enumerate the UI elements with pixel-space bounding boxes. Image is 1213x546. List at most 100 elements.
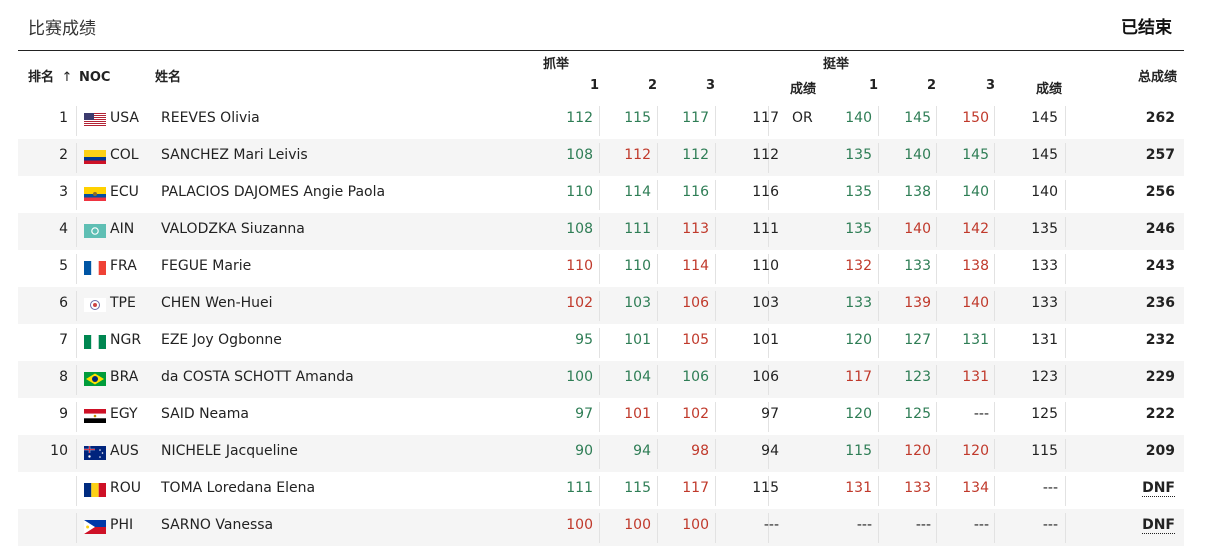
snatch-attempt-2-cell: 111 xyxy=(624,221,651,237)
column-divider xyxy=(76,328,77,358)
total-cell: 256 xyxy=(1098,176,1175,213)
noc-code: AIN xyxy=(110,221,135,237)
ngr-flag-icon xyxy=(84,335,106,349)
table-row[interactable]: 4 AIN VALODZKA Siuzanna 108 111 113 111 135 140 1… xyxy=(18,213,1184,250)
snatch-attempt-3-cell: 114 xyxy=(682,258,709,274)
cj-attempt-3-cell: 145 xyxy=(962,147,989,163)
athlete-name-link[interactable]: da COSTA SCHOTT Amanda xyxy=(161,361,354,398)
total-value: 236 xyxy=(1145,295,1175,311)
athlete-name-link[interactable]: PALACIOS DAJOMES Angie Paola xyxy=(161,176,385,213)
cj-attempt-2-cell: 125 xyxy=(904,406,931,422)
table-row[interactable]: 8 BRA da COSTA SCHOTT Amanda 100 104 106 106 11… xyxy=(18,361,1184,398)
table-row[interactable]: 6 TPE CHEN Wen-Huei 102 103 106 103 133 139 140 13… xyxy=(18,287,1184,324)
table-row[interactable]: 9 EGY SAID Neama 97 101 102 97 120 125 --- 125 222 xyxy=(18,398,1184,435)
athlete-name-link[interactable]: NICHELE Jacqueline xyxy=(161,435,298,472)
noc-code: AUS xyxy=(110,443,139,459)
snatch-attempt-1-cell: 112 xyxy=(566,110,593,126)
noc-code: NGR xyxy=(110,332,142,348)
aus-flag-icon xyxy=(84,446,106,460)
total-cell[interactable]: DNF xyxy=(1098,509,1175,546)
cj-attempt-3-header: 3 xyxy=(986,78,996,93)
snatch-attempt-1-cell: 108 xyxy=(566,221,593,237)
cj-attempt-1-cell: 120 xyxy=(845,332,872,348)
snatch-attempt-3-cell: 102 xyxy=(682,406,709,422)
cj-attempt-1-cell: 115 xyxy=(845,443,872,459)
rank-cell: 10 xyxy=(50,443,68,459)
snatch-result-cell: 117 xyxy=(752,110,779,126)
athlete-name-link[interactable]: TOMA Loredana Elena xyxy=(161,472,315,509)
snatch-result-cell: 111 xyxy=(752,221,779,237)
rank-header[interactable]: 排名 ↑ NOC xyxy=(28,66,110,85)
cj-result-cell: 131 xyxy=(1031,332,1058,348)
athlete-name-link[interactable]: REEVES Olivia xyxy=(161,102,260,139)
table-row[interactable]: 3 ECU PALACIOS DAJOMES Angie Paola 110 114 11… xyxy=(18,176,1184,213)
snatch-result-cell: 110 xyxy=(752,258,779,274)
snatch-attempt-2-cell: 114 xyxy=(624,184,651,200)
cj-attempt-3-cell: 142 xyxy=(962,221,989,237)
noc-code: ECU xyxy=(110,184,139,200)
column-divider xyxy=(1065,217,1066,247)
table-row[interactable]: ROU TOMA Loredana Elena 111 115 117 115 131 133… xyxy=(18,472,1184,509)
noc-code: ROU xyxy=(110,480,141,496)
cj-result-cell: 140 xyxy=(1031,184,1058,200)
bra-flag-icon xyxy=(84,372,106,386)
column-divider xyxy=(76,143,77,173)
noc-code: FRA xyxy=(110,258,137,274)
column-divider xyxy=(76,106,77,136)
athlete-name-link[interactable]: SARNO Vanessa xyxy=(161,509,273,546)
total-cell: 243 xyxy=(1098,250,1175,287)
snatch-result-header: 成绩 xyxy=(790,82,817,97)
table-row[interactable]: PHI SARNO Vanessa 100 100 100 --- --- --- --- ---… xyxy=(18,509,1184,546)
column-divider xyxy=(1065,476,1066,506)
column-divider xyxy=(1065,439,1066,469)
snatch-result-cell: 94 xyxy=(761,443,779,459)
cj-attempt-2-cell: --- xyxy=(915,517,931,533)
column-divider xyxy=(1065,328,1066,358)
column-divider xyxy=(76,513,77,543)
noc-code: PHI xyxy=(110,517,134,533)
cj-result-cell: 133 xyxy=(1031,258,1058,274)
record-note: OR xyxy=(792,110,813,126)
snatch-attempt-2-cell: 94 xyxy=(633,443,651,459)
snatch-attempt-1-cell: 110 xyxy=(566,258,593,274)
tpe-flag-icon xyxy=(84,298,106,312)
table-row[interactable]: 1 USA REEVES Olivia 112 115 117 117 140 145 150 14… xyxy=(18,102,1184,139)
cj-attempt-3-cell: 140 xyxy=(962,295,989,311)
cj-result-header: 成绩 xyxy=(1036,82,1063,97)
athlete-name-link[interactable]: EZE Joy Ogbonne xyxy=(161,324,282,361)
name-header[interactable]: 姓名 xyxy=(155,66,181,85)
total-value: 257 xyxy=(1145,147,1175,163)
cj-attempt-2-cell: 133 xyxy=(904,480,931,496)
table-row[interactable]: 2 COL SANCHEZ Mari Leivis 108 112 112 112 135 14… xyxy=(18,139,1184,176)
total-value: 256 xyxy=(1145,184,1175,200)
cj-attempt-2-cell: 133 xyxy=(904,258,931,274)
column-divider xyxy=(76,254,77,284)
total-cell: 222 xyxy=(1098,398,1175,435)
athlete-name-link[interactable]: VALODZKA Siuzanna xyxy=(161,213,305,250)
cj-attempt-1-cell: 120 xyxy=(845,406,872,422)
table-row[interactable]: 10 AUS NICHELE Jacqueline 90 94 98 94 115 120 120… xyxy=(18,435,1184,472)
noc-code: USA xyxy=(110,110,139,126)
snatch-result-cell: 101 xyxy=(752,332,779,348)
usa-flag-icon xyxy=(84,113,106,127)
table-header: 排名 ↑ NOC 姓名 抓举 1 2 3 挺举 成绩 1 2 3 成绩 总成绩 xyxy=(18,51,1184,102)
snatch-attempt-1-cell: 108 xyxy=(566,147,593,163)
total-value: 243 xyxy=(1145,258,1175,274)
snatch-attempt-3-cell: 106 xyxy=(682,295,709,311)
athlete-name-link[interactable]: SANCHEZ Mari Leivis xyxy=(161,139,308,176)
rank-cell: 2 xyxy=(59,147,68,163)
cj-attempt-3-cell: --- xyxy=(973,406,989,422)
snatch-attempt-1-cell: 100 xyxy=(566,517,593,533)
total-cell[interactable]: DNF xyxy=(1098,472,1175,509)
table-row[interactable]: 5 FRA FEGUE Marie 110 110 114 110 132 133 138 133 2… xyxy=(18,250,1184,287)
table-row[interactable]: 7 NGR EZE Joy Ogbonne 95 101 105 101 120 127 131 1… xyxy=(18,324,1184,361)
athlete-name-link[interactable]: CHEN Wen-Huei xyxy=(161,287,273,324)
snatch-attempt-2-header: 2 xyxy=(648,78,658,93)
cj-attempt-1-cell: 117 xyxy=(845,369,872,385)
total-header[interactable]: 总成绩 xyxy=(1138,66,1177,85)
status-label: 已结束 xyxy=(1121,18,1172,38)
cj-attempt-3-cell: 131 xyxy=(962,369,989,385)
column-divider xyxy=(76,217,77,247)
athlete-name-link[interactable]: SAID Neama xyxy=(161,398,249,435)
athlete-name-link[interactable]: FEGUE Marie xyxy=(161,250,251,287)
